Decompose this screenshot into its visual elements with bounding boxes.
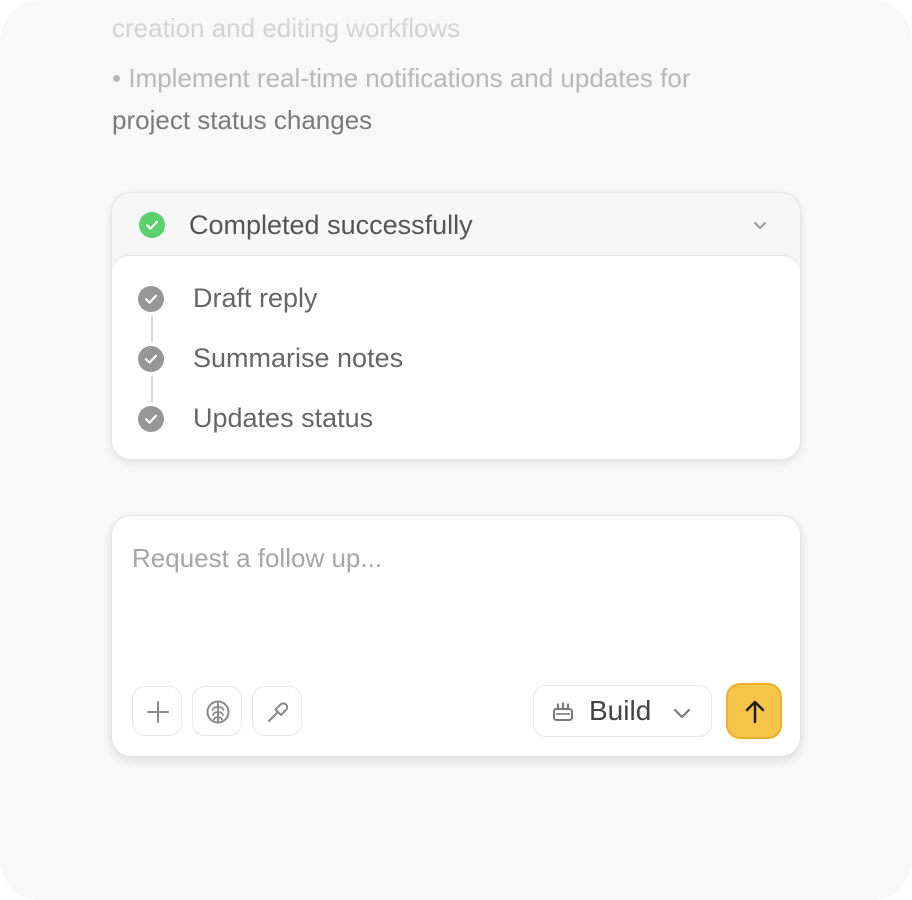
chevron-down-icon[interactable] [750,215,770,235]
check-circle-icon [138,346,164,372]
tools-button[interactable] [252,686,302,736]
task-step-label: Summarise notes [193,343,404,373]
hammer-icon [267,702,289,723]
success-check-icon [139,212,165,238]
message-line: • Implement real-time notifications and … [112,63,691,93]
mode-label: Build [589,695,652,726]
message-line: project status changes [112,105,373,135]
task-status-text: Completed successfully [189,210,473,240]
check-circle-icon [138,406,164,432]
add-attachment-button[interactable] [132,686,182,736]
message-line: creation and editing workflows [112,13,461,43]
brain-icon [206,700,230,724]
follow-up-composer: Build [111,515,801,757]
mode-selector[interactable]: Build [533,685,712,737]
chevron-down-icon [673,708,691,719]
task-status-header[interactable]: Completed successfully [112,193,800,255]
send-button[interactable] [726,683,782,739]
reasoning-button[interactable] [192,686,242,736]
check-circle-icon [138,286,164,312]
task-step-label: Updates status [193,403,374,433]
app-canvas: creation and editing workflows • Impleme… [0,0,912,900]
task-step: Draft reply [112,278,800,318]
build-icon [553,702,573,721]
task-step-label: Draft reply [193,283,318,313]
task-steps-panel: Draft reply Summarise notes Updates stat… [112,255,800,459]
task-step: Updates status [112,398,800,438]
arrow-up-icon [745,700,765,724]
task-step: Summarise notes [112,338,800,378]
plus-icon [147,701,169,723]
follow-up-input[interactable] [132,538,772,578]
task-status-card: Completed successfully Draft reply Summa… [111,192,801,460]
